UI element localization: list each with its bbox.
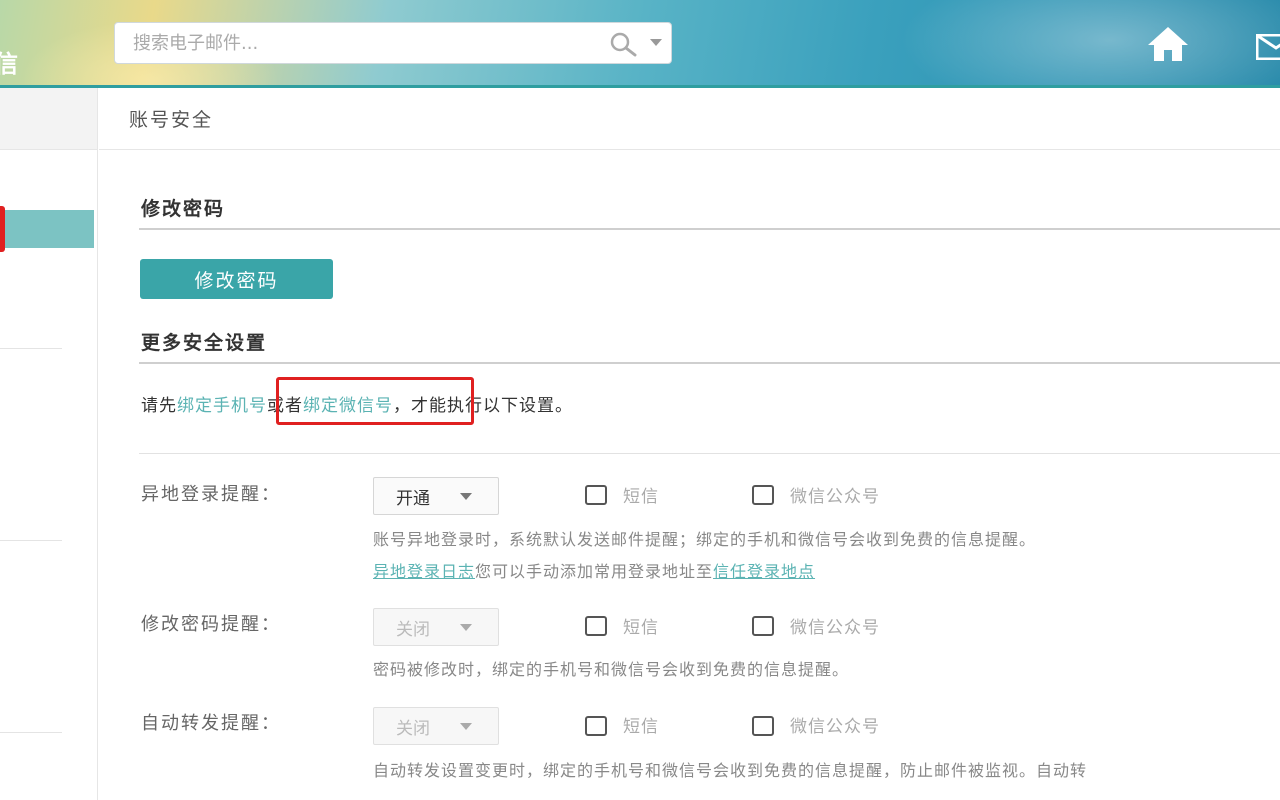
section-divider	[139, 228, 1280, 230]
home-icon[interactable]	[1146, 24, 1190, 64]
breadcrumb: 账号安全	[99, 88, 1280, 150]
link-mid-text: 您可以手动添加常用登录地址至	[475, 562, 714, 581]
remote-login-sms-checkbox[interactable]	[585, 485, 607, 505]
trusted-location-link[interactable]: 信任登录地点	[713, 562, 815, 581]
section-divider	[139, 453, 1280, 454]
select-value: 关闭	[396, 718, 430, 739]
search-icon[interactable]	[607, 26, 641, 60]
more-security-title: 更多安全设置	[141, 332, 268, 354]
auto-forward-alert-select[interactable]: 关闭	[373, 707, 499, 745]
select-value: 关闭	[396, 619, 430, 640]
page-title: 账号安全	[129, 109, 214, 131]
top-header: 信	[0, 0, 1280, 88]
bind-phone-link[interactable]: 绑定手机号	[177, 396, 267, 416]
change-password-button[interactable]: 修改密码	[140, 259, 333, 299]
remote-login-alert-label: 异地登录提醒：	[141, 484, 281, 505]
password-change-desc: 密码被修改时，绑定的手机号和微信号会收到免费的信息提醒。	[373, 660, 850, 679]
password-change-wechat-checkbox[interactable]	[752, 616, 774, 636]
search-box[interactable]	[114, 22, 672, 64]
remote-login-alert-select[interactable]: 开通	[373, 477, 499, 515]
password-change-sms-checkbox[interactable]	[585, 616, 607, 636]
section-divider	[139, 362, 1280, 364]
sidebar-divider	[0, 732, 62, 733]
password-change-alert-select[interactable]: 关闭	[373, 608, 499, 646]
sms-label: 短信	[623, 487, 659, 507]
remote-login-wechat-checkbox[interactable]	[752, 485, 774, 505]
password-change-alert-label: 修改密码提醒：	[141, 614, 281, 635]
login-log-link[interactable]: 异地登录日志	[373, 562, 475, 581]
auto-forward-wechat-checkbox[interactable]	[752, 716, 774, 736]
sms-label: 短信	[623, 717, 659, 737]
wechat-label: 微信公众号	[790, 487, 880, 507]
auto-forward-sms-checkbox[interactable]	[585, 716, 607, 736]
change-password-title: 修改密码	[141, 198, 226, 220]
left-sidebar	[0, 88, 98, 800]
select-value: 开通	[396, 488, 430, 509]
search-input[interactable]	[115, 24, 607, 62]
wechat-label: 微信公众号	[790, 618, 880, 638]
sidebar-divider	[0, 540, 62, 541]
search-dropdown-icon[interactable]	[641, 26, 671, 60]
sidebar-header	[0, 88, 97, 150]
chevron-down-icon	[460, 624, 472, 631]
sidebar-divider	[0, 348, 62, 349]
header-glow	[900, 0, 1280, 85]
sms-label: 短信	[623, 618, 659, 638]
auto-forward-desc: 自动转发设置变更时，绑定的手机号和微信号会收到免费的信息提醒，防止邮件被监视。自…	[373, 761, 1088, 780]
app-logo[interactable]: 信	[0, 44, 18, 79]
main-content: 账号安全 修改密码 修改密码 更多安全设置 请先绑定手机号或者绑定微信号，才能执…	[99, 88, 1280, 800]
highlight-box	[276, 377, 474, 425]
remote-login-links: 异地登录日志您可以手动添加常用登录地址至信任登录地点	[373, 558, 815, 582]
compose-mail-icon[interactable]	[1255, 33, 1280, 61]
wechat-label: 微信公众号	[790, 717, 880, 737]
remote-login-desc: 账号异地登录时，系统默认发送邮件提醒；绑定的手机和微信号会收到免费的信息提醒。	[373, 530, 1037, 549]
sidebar-item-account-security[interactable]	[0, 210, 94, 248]
chevron-down-icon	[460, 723, 472, 730]
auto-forward-alert-label: 自动转发提醒：	[141, 713, 281, 734]
highlight-marker	[0, 206, 5, 252]
notice-prefix: 请先	[141, 396, 177, 416]
chevron-down-icon	[460, 493, 472, 500]
